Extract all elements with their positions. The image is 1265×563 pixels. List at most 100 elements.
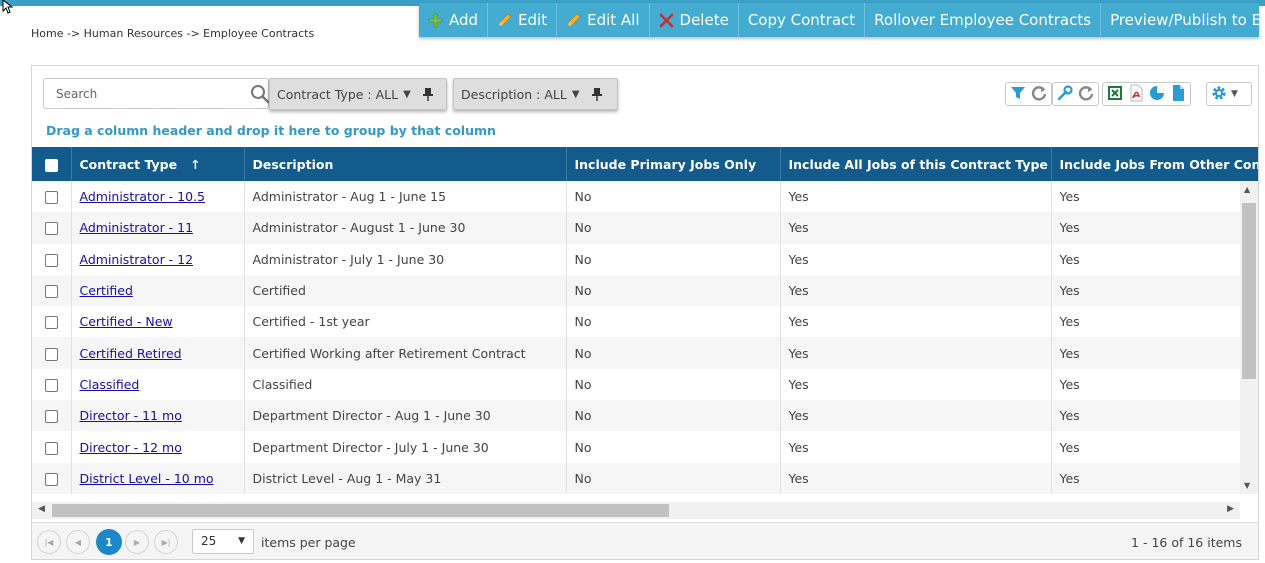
excel-icon[interactable] bbox=[1106, 84, 1124, 105]
column-header-other-jobs[interactable]: Include Jobs From Other Con bbox=[1051, 147, 1258, 181]
contract-type-link[interactable]: Administrator - 10.5 bbox=[80, 189, 206, 204]
contract-type-link[interactable]: Classified bbox=[80, 377, 140, 392]
edit-all-button[interactable]: Edit All bbox=[557, 3, 650, 37]
first-page-icon[interactable]: |◀ bbox=[37, 530, 61, 554]
horizontal-scrollbar[interactable]: ◀ ▶ bbox=[32, 502, 1240, 519]
row-checkbox[interactable] bbox=[44, 347, 58, 361]
primary-jobs-cell: No bbox=[566, 181, 781, 213]
search-input[interactable] bbox=[44, 79, 234, 108]
wrench-icon[interactable] bbox=[1056, 84, 1074, 105]
other-jobs-cell: Yes bbox=[1051, 400, 1258, 432]
all-jobs-cell: Yes bbox=[780, 462, 1052, 494]
description-filter[interactable]: Description : ALL ▼ bbox=[453, 78, 618, 110]
all-jobs-cell: Yes bbox=[780, 431, 1052, 463]
sort-ascending-icon: ↑ bbox=[190, 156, 201, 172]
table-row[interactable]: District Level - 10 mo District Level - A… bbox=[32, 462, 1258, 494]
contract-type-link[interactable]: Certified bbox=[80, 283, 133, 298]
other-jobs-cell: Yes bbox=[1051, 274, 1258, 307]
row-checkbox[interactable] bbox=[44, 222, 58, 236]
table-row[interactable]: Administrator - 10.5 Administrator - Aug … bbox=[32, 181, 1258, 213]
reset-columns-icon[interactable] bbox=[1077, 84, 1095, 105]
items-per-page-label: items per page bbox=[261, 535, 356, 550]
chart-icon[interactable] bbox=[1148, 84, 1166, 105]
table-row[interactable]: Director - 12 mo Department Director - Ju… bbox=[32, 431, 1258, 463]
table-row[interactable]: Certified - New Certified - 1st year No Yes… bbox=[32, 306, 1258, 338]
other-jobs-cell: Yes bbox=[1051, 212, 1258, 244]
table-row[interactable]: Administrator - 12 Administrator - July 1… bbox=[32, 243, 1258, 275]
table-row[interactable]: Administrator - 11 Administrator - August… bbox=[32, 212, 1258, 244]
reset-filter-icon[interactable] bbox=[1030, 84, 1048, 105]
scroll-left-icon[interactable]: ◀ bbox=[38, 504, 45, 514]
row-checkbox[interactable] bbox=[44, 285, 58, 299]
column-header-contract-type[interactable]: Contract Type ↑ bbox=[71, 147, 245, 181]
scroll-up-icon[interactable]: ▲ bbox=[1244, 185, 1250, 194]
table-row[interactable]: Classified Classified No Yes Yes bbox=[32, 368, 1258, 401]
contract-type-link[interactable]: Director - 11 mo bbox=[80, 408, 182, 423]
row-checkbox[interactable] bbox=[44, 441, 58, 455]
table-row[interactable]: Certified Certified No Yes Yes bbox=[32, 274, 1258, 307]
select-all-cell bbox=[32, 147, 72, 181]
filter-tools bbox=[1005, 82, 1052, 106]
description-cell: Administrator - July 1 - June 30 bbox=[244, 243, 567, 275]
table-row[interactable]: Director - 11 mo Department Director - Au… bbox=[32, 400, 1258, 432]
contract-type-link[interactable]: Administrator - 12 bbox=[80, 252, 194, 267]
current-page-button[interactable]: 1 bbox=[96, 529, 122, 555]
pdf-icon[interactable] bbox=[1127, 84, 1145, 105]
column-header-description[interactable]: Description bbox=[244, 147, 567, 181]
contract-type-filter[interactable]: Contract Type : ALL ▼ bbox=[269, 78, 447, 110]
plus-icon bbox=[428, 13, 443, 28]
primary-jobs-cell: No bbox=[566, 274, 781, 307]
all-jobs-cell: Yes bbox=[780, 337, 1052, 369]
contract-type-link[interactable]: Certified Retired bbox=[80, 346, 182, 361]
primary-jobs-cell: No bbox=[566, 368, 781, 401]
other-jobs-cell: Yes bbox=[1051, 368, 1258, 401]
delete-label: Delete bbox=[679, 11, 729, 29]
copy-contract-button[interactable]: Copy Contract bbox=[739, 3, 866, 37]
description-filter-label: Description : ALL bbox=[461, 86, 567, 102]
horizontal-scroll-thumb[interactable] bbox=[52, 504, 669, 517]
row-checkbox[interactable] bbox=[44, 472, 58, 486]
filter-icon[interactable] bbox=[1009, 84, 1027, 105]
page-size-select[interactable]: 25 ▼ bbox=[192, 529, 254, 554]
scroll-down-icon[interactable]: ▼ bbox=[1244, 481, 1250, 490]
row-checkbox[interactable] bbox=[44, 253, 58, 267]
contract-type-link[interactable]: Administrator - 11 bbox=[80, 220, 194, 235]
last-page-icon[interactable]: ▶| bbox=[154, 530, 178, 554]
search-icon[interactable] bbox=[250, 84, 270, 107]
vertical-scroll-thumb[interactable] bbox=[1242, 203, 1256, 379]
add-button[interactable]: Add bbox=[419, 3, 489, 37]
group-by-hint: Drag a column header and drop it here to… bbox=[46, 123, 496, 138]
description-cell: District Level - Aug 1 - May 31 bbox=[244, 462, 567, 494]
row-checkbox[interactable] bbox=[44, 410, 58, 424]
edit-button[interactable]: Edit bbox=[488, 3, 558, 37]
gear-icon bbox=[1210, 84, 1228, 105]
all-jobs-cell: Yes bbox=[780, 243, 1052, 275]
row-checkbox[interactable] bbox=[44, 316, 58, 330]
row-checkbox[interactable] bbox=[44, 191, 58, 205]
search-box bbox=[43, 78, 270, 109]
contract-type-link[interactable]: Certified - New bbox=[80, 314, 173, 329]
vertical-scrollbar[interactable]: ▲ ▼ bbox=[1240, 181, 1258, 494]
delete-button[interactable]: Delete bbox=[650, 3, 739, 37]
document-icon[interactable] bbox=[1169, 84, 1187, 105]
preview-publish-button[interactable]: Preview/Publish to ESS bbox=[1101, 3, 1265, 37]
column-header-primary-jobs-only[interactable]: Include Primary Jobs Only bbox=[566, 147, 781, 181]
description-cell: Certified - 1st year bbox=[244, 306, 567, 338]
scroll-right-icon[interactable]: ▶ bbox=[1227, 504, 1234, 514]
pin-icon[interactable] bbox=[422, 87, 433, 101]
primary-jobs-cell: No bbox=[566, 306, 781, 338]
contract-type-link[interactable]: District Level - 10 mo bbox=[80, 471, 214, 486]
contract-type-link[interactable]: Director - 12 mo bbox=[80, 440, 182, 455]
table-row[interactable]: Certified Retired Certified Working after… bbox=[32, 337, 1258, 369]
rollover-contracts-button[interactable]: Rollover Employee Contracts bbox=[865, 3, 1102, 37]
select-all-checkbox[interactable] bbox=[44, 158, 58, 172]
next-page-icon[interactable]: ▶ bbox=[125, 530, 149, 554]
previous-page-icon[interactable]: ◀ bbox=[66, 530, 90, 554]
column-header-all-jobs[interactable]: Include All Jobs of this Contract Type bbox=[780, 147, 1052, 181]
other-jobs-cell: Yes bbox=[1051, 431, 1258, 463]
row-checkbox[interactable] bbox=[44, 378, 58, 392]
all-jobs-cell: Yes bbox=[780, 306, 1052, 338]
pin-icon[interactable] bbox=[591, 87, 602, 101]
edit-all-label: Edit All bbox=[587, 11, 640, 29]
settings-menu[interactable]: ▼ bbox=[1206, 82, 1252, 106]
